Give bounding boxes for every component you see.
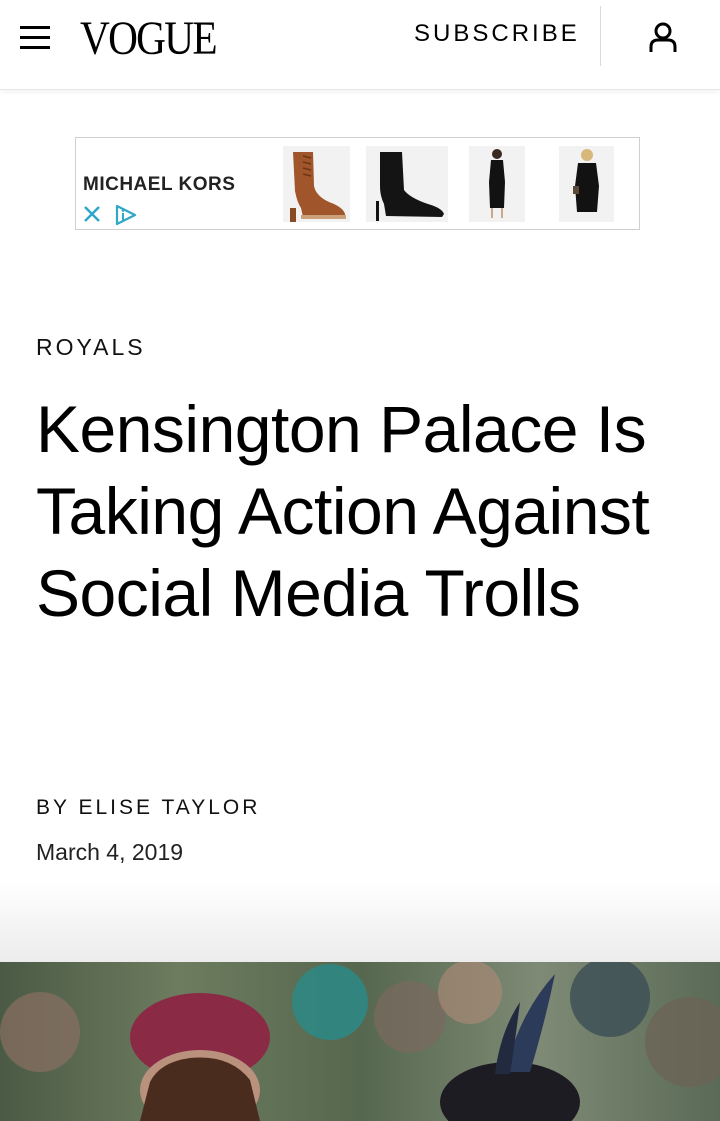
black-sweater-dress-model-image[interactable]	[559, 146, 614, 222]
brown-lace-up-boot-image[interactable]	[283, 146, 350, 222]
user-account-icon[interactable]	[646, 20, 680, 54]
close-x-icon[interactable]	[82, 204, 102, 224]
adchoices-icon[interactable]	[114, 204, 138, 226]
author-link[interactable]: ELISE TAYLOR	[78, 796, 260, 819]
subscribe-link[interactable]: SUBSCRIBE	[414, 20, 580, 48]
hamburger-menu-icon[interactable]	[20, 26, 52, 50]
publish-date: March 4, 2019	[36, 839, 184, 865]
article-category[interactable]: ROYALS	[36, 333, 146, 361]
ad-banner[interactable]: MICHAEL KORS	[75, 137, 640, 230]
byline-prefix: BY	[36, 796, 70, 819]
black-stiletto-bootie-image[interactable]	[366, 146, 448, 222]
nav-divider	[600, 6, 601, 66]
black-midi-dress-model-image[interactable]	[469, 146, 525, 222]
vogue-logo[interactable]: VOGUE	[80, 14, 218, 64]
byline: BY ELISE TAYLOR	[36, 795, 260, 821]
article-headline: Kensington Palace Is Taking Action Again…	[36, 392, 650, 630]
hero-image	[0, 962, 720, 1121]
section-divider-fade	[0, 880, 720, 962]
ad-brand-name: MICHAEL KORS	[83, 174, 236, 195]
top-nav-bar: VOGUE SUBSCRIBE	[0, 0, 720, 90]
